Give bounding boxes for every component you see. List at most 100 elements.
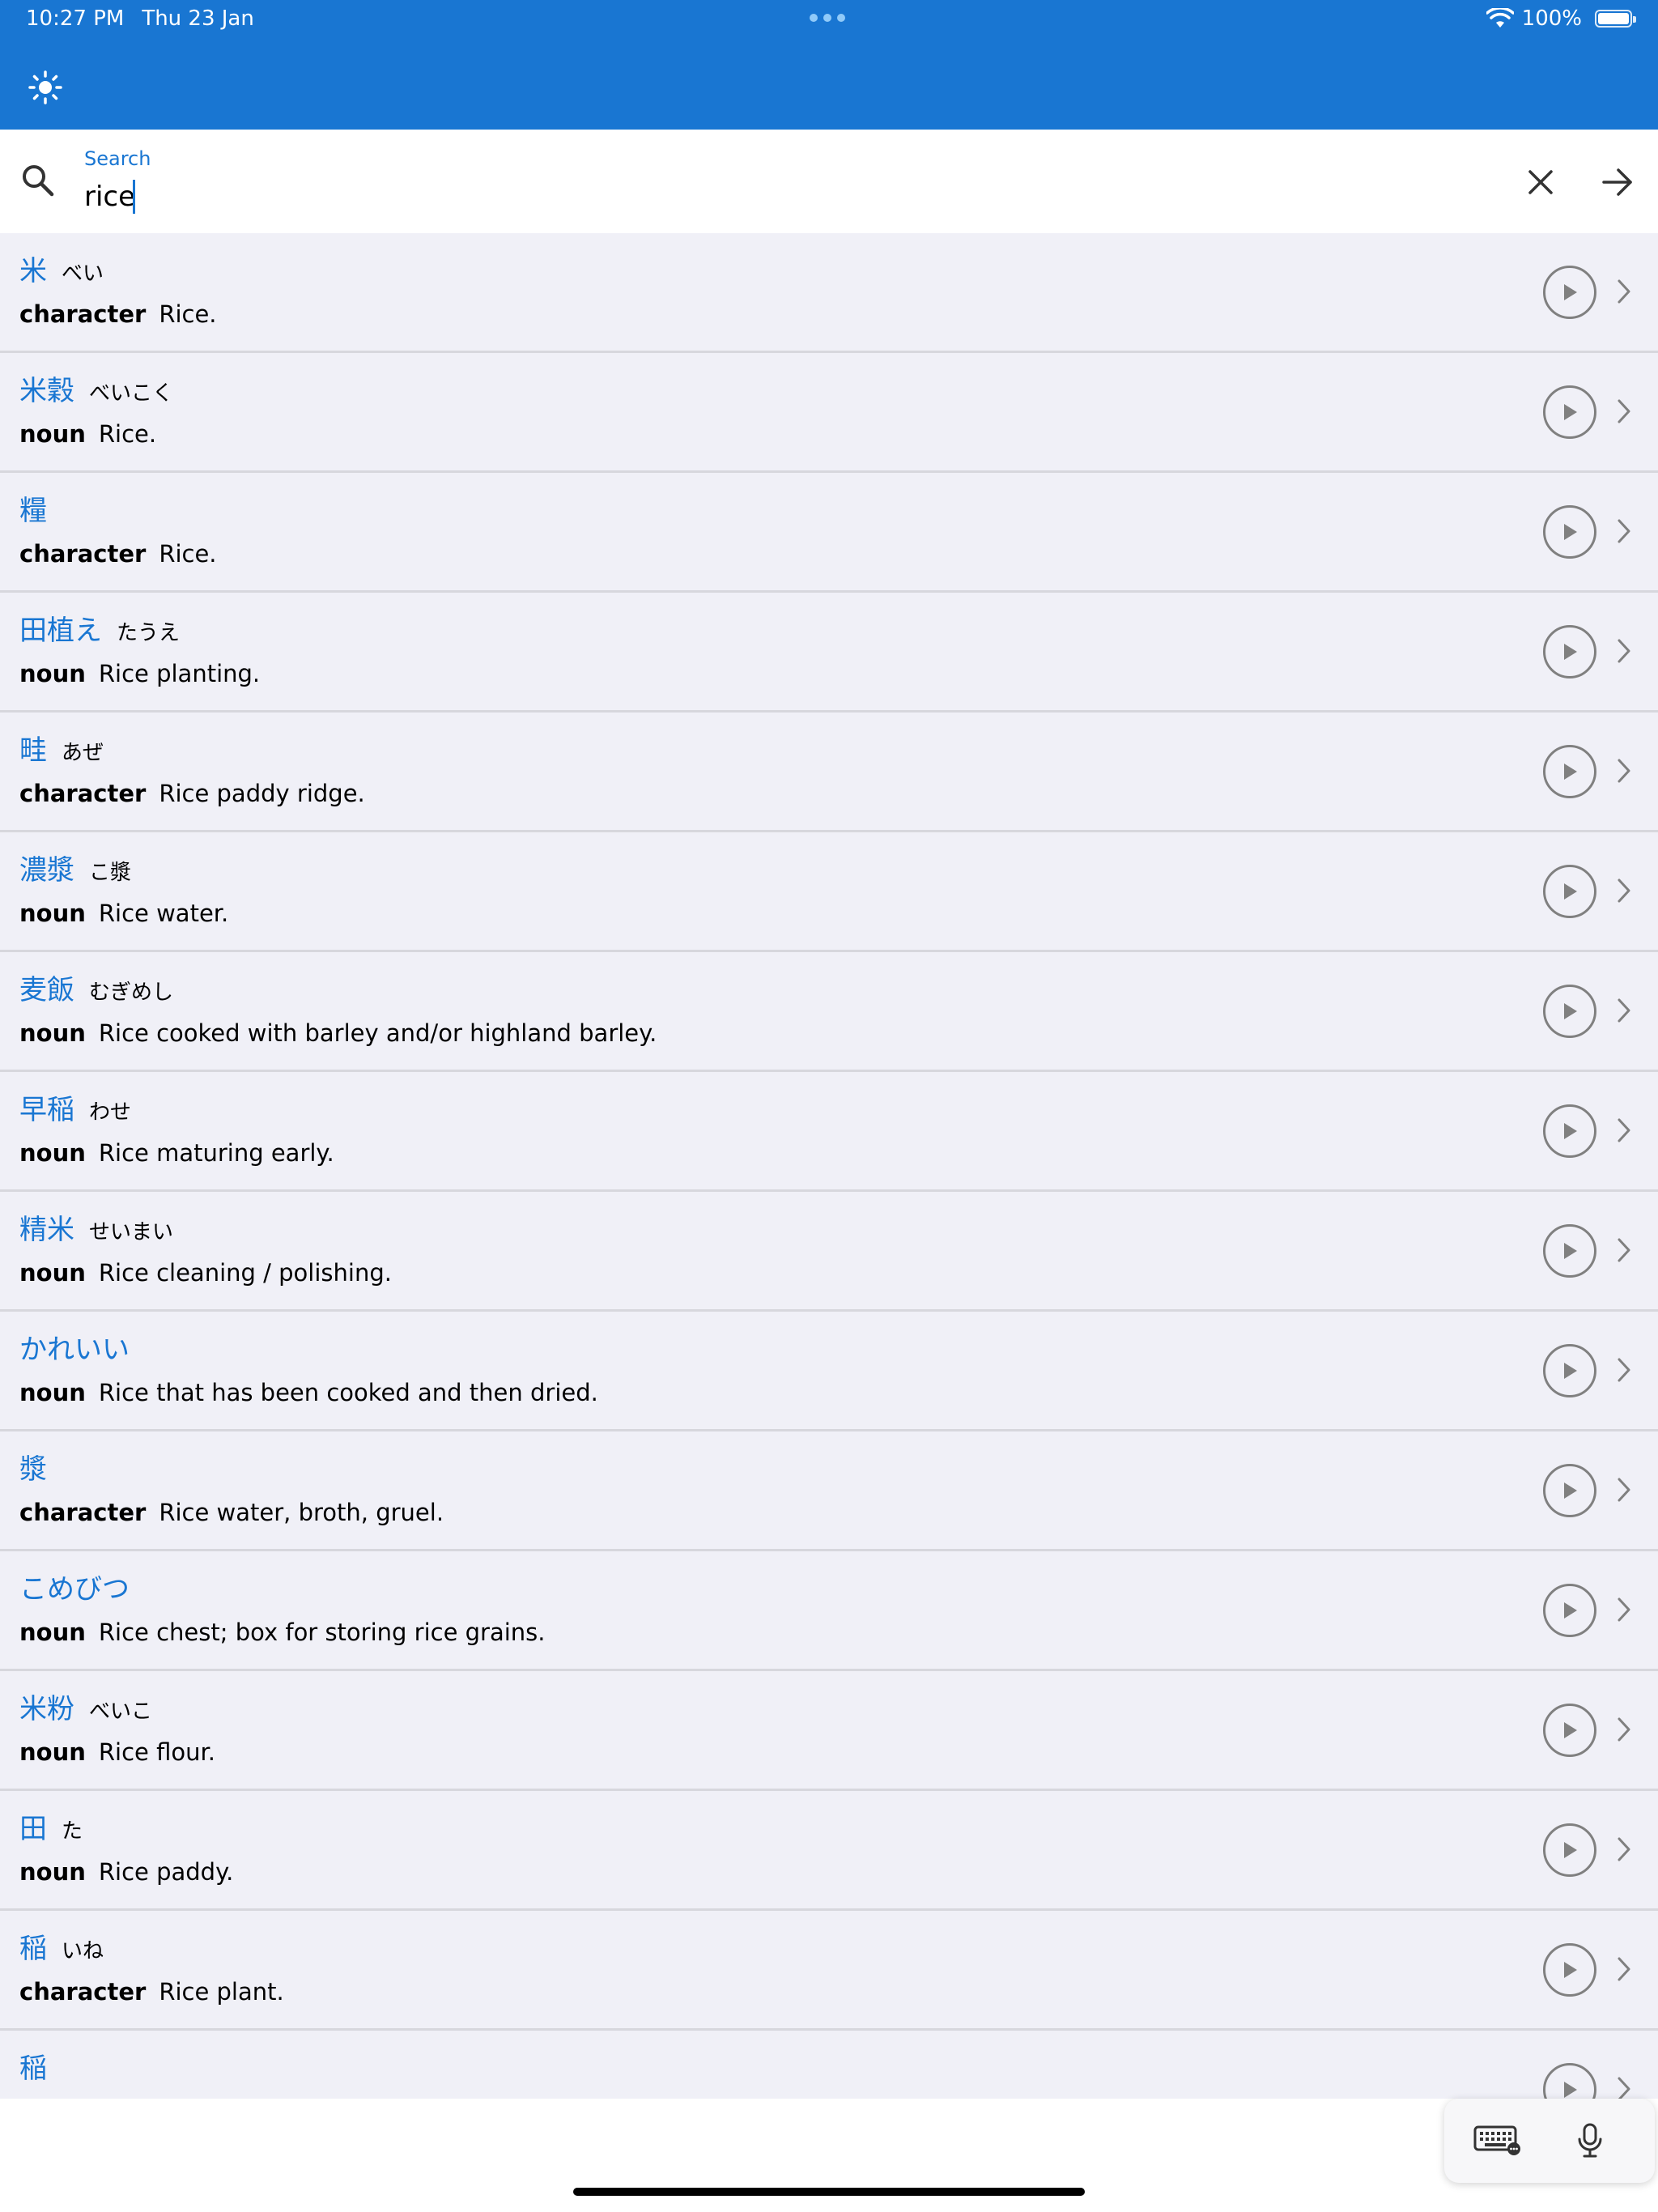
play-audio-button[interactable]	[1543, 745, 1596, 798]
chevron-right-icon	[1614, 1236, 1634, 1265]
result-definition: Rice.	[159, 300, 217, 328]
result-part-of-speech: character	[19, 780, 147, 807]
play-audio-button[interactable]	[1543, 266, 1596, 319]
play-audio-button[interactable]	[1543, 1104, 1596, 1158]
result-row[interactable]: 米粉 べいこ noun Rice flour.	[0, 1671, 1658, 1791]
chevron-right-icon	[1614, 2074, 1634, 2099]
result-row[interactable]: 稲いね character Rice plant.	[0, 1911, 1658, 2031]
result-word: 麦飯	[19, 974, 74, 1006]
result-word: 畦	[19, 734, 47, 767]
result-headword: 稲	[19, 2055, 47, 2082]
result-part-of-speech: noun	[19, 1139, 86, 1167]
result-headword: 漿	[19, 1456, 47, 1483]
result-definition-line: noun Rice water.	[19, 902, 228, 925]
submit-search-button[interactable]	[1596, 162, 1639, 202]
result-reading: むぎめし	[89, 981, 174, 1005]
multitasking-menu[interactable]	[810, 14, 845, 22]
chevron-right-icon	[1614, 1355, 1634, 1385]
result-part-of-speech: noun	[19, 1619, 86, 1646]
play-audio-button[interactable]	[1543, 1224, 1596, 1278]
result-part-of-speech: noun	[19, 1858, 86, 1886]
chevron-right-icon	[1614, 1955, 1634, 1984]
result-part-of-speech: noun	[19, 1738, 86, 1766]
play-audio-button[interactable]	[1543, 1584, 1596, 1637]
chevron-right-icon	[1614, 397, 1634, 426]
chevron-right-icon	[1614, 1475, 1634, 1504]
play-audio-button[interactable]	[1543, 1704, 1596, 1757]
play-icon	[1564, 1842, 1577, 1858]
theme-toggle-button[interactable]	[18, 60, 73, 115]
result-word: 米穀	[19, 375, 74, 407]
result-part-of-speech: noun	[19, 420, 86, 448]
result-definition-line: character Rice paddy ridge.	[19, 782, 365, 806]
result-row[interactable]: 米べい character Rice.	[0, 233, 1658, 353]
result-headword: 田た	[19, 1815, 83, 1843]
result-row[interactable]: 畦あぜ character Rice paddy ridge.	[0, 713, 1658, 832]
play-audio-button[interactable]	[1543, 865, 1596, 918]
play-audio-button[interactable]	[1543, 385, 1596, 439]
result-definition: Rice chest; box for storing rice grains.	[98, 1619, 546, 1646]
result-definition-line: noun Rice planting.	[19, 662, 260, 686]
result-headword: 畦あぜ	[19, 737, 104, 764]
result-headword: 稲いね	[19, 1935, 104, 1963]
play-audio-button[interactable]	[1543, 2063, 1596, 2099]
result-part-of-speech: character	[19, 300, 147, 328]
result-definition: Rice paddy ridge.	[159, 780, 365, 807]
result-reading: こ漿	[89, 861, 132, 885]
result-definition-line: character Rice plant.	[19, 1980, 284, 2004]
play-audio-button[interactable]	[1543, 625, 1596, 678]
keyboard-toggle-button[interactable]	[1472, 2120, 1524, 2160]
result-row[interactable]: こめびつ noun Rice chest; box for storing rice…	[0, 1551, 1658, 1671]
play-icon	[1564, 1123, 1577, 1139]
result-reading: あぜ	[62, 741, 104, 765]
wifi-icon	[1486, 8, 1514, 28]
play-audio-button[interactable]	[1543, 1344, 1596, 1397]
chevron-right-icon	[1614, 1595, 1634, 1624]
home-indicator[interactable]	[573, 2188, 1085, 2196]
result-row[interactable]: 田植え たうえ noun Rice planting.	[0, 593, 1658, 713]
result-row[interactable]: 早稲 わせ noun Rice maturing early.	[0, 1072, 1658, 1192]
result-headword: 米粉 べいこ	[19, 1695, 152, 1723]
play-audio-button[interactable]	[1543, 985, 1596, 1038]
battery-icon	[1595, 10, 1636, 28]
play-icon	[1564, 284, 1577, 300]
result-definition-line: character Rice.	[19, 303, 217, 326]
result-row[interactable]: 糧 character Rice.	[0, 473, 1658, 593]
result-row[interactable]: 精米 せいまい noun Rice cleaning / polishing.	[0, 1192, 1658, 1312]
microphone-icon	[1578, 2123, 1602, 2158]
result-row[interactable]: 濃漿 こ漿 noun Rice water.	[0, 832, 1658, 952]
result-word: 田	[19, 1813, 47, 1845]
battery-percent: 100%	[1521, 6, 1582, 31]
search-input[interactable]	[84, 177, 1460, 217]
keyboard-shortcut-bar	[1444, 2099, 1655, 2183]
chevron-right-icon	[1614, 1715, 1634, 1744]
status-time: 10:27 PM	[26, 6, 125, 31]
play-audio-button[interactable]	[1543, 505, 1596, 559]
play-audio-button[interactable]	[1543, 1823, 1596, 1877]
result-row[interactable]: 田た noun Rice paddy.	[0, 1791, 1658, 1911]
result-definition-line: noun Rice paddy.	[19, 1861, 233, 1884]
result-row[interactable]: 麦飯 むぎめし noun Rice cooked with barley and/or…	[0, 952, 1658, 1072]
result-definition-line: character Rice.	[19, 542, 217, 566]
result-definition-line: noun Rice cooked with barley and/or highl…	[19, 1022, 657, 1045]
result-word: 稲	[19, 2052, 47, 2085]
result-row[interactable]: 米穀 べいこく noun Rice.	[0, 353, 1658, 473]
play-audio-button[interactable]	[1543, 1464, 1596, 1517]
result-row[interactable]: 稲	[0, 2031, 1658, 2099]
dictation-button[interactable]	[1566, 2116, 1614, 2165]
result-definition: Rice plant.	[159, 1978, 284, 2006]
result-row[interactable]: 漿 character Rice water, broth, gruel.	[0, 1431, 1658, 1551]
status-bar-indicators: 100%	[1486, 6, 1636, 31]
play-icon	[1564, 524, 1577, 540]
result-row[interactable]: かれいい noun Rice that has been cooked and th…	[0, 1312, 1658, 1431]
clear-search-button[interactable]	[1520, 162, 1561, 202]
play-icon	[1564, 1602, 1577, 1619]
play-audio-button[interactable]	[1543, 1943, 1596, 1997]
result-word: 糧	[19, 495, 47, 527]
result-reading: せいまい	[89, 1220, 174, 1244]
result-headword: 田植え たうえ	[19, 617, 180, 644]
result-reading: べいこ	[89, 1699, 153, 1724]
result-word: 田植え	[19, 615, 102, 647]
play-icon	[1564, 1722, 1577, 1738]
result-reading: たうえ	[117, 621, 181, 645]
